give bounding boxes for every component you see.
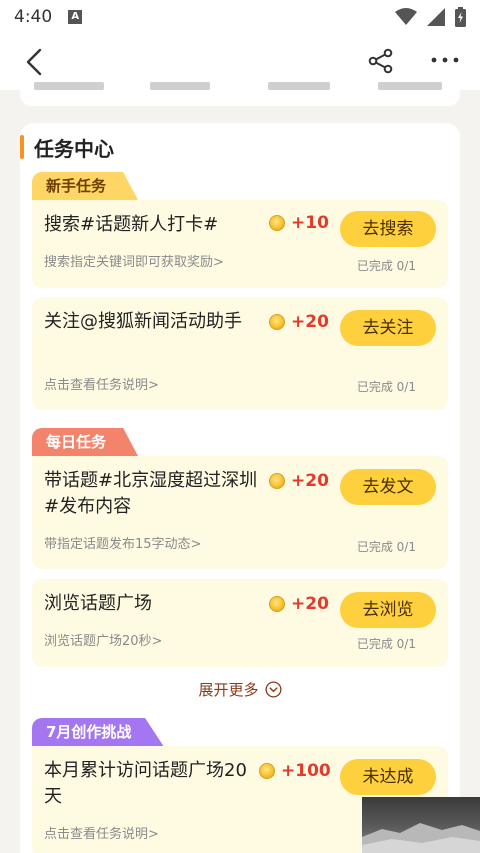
previous-card-edge bbox=[20, 82, 460, 106]
section-tag-daily: 每日任务 bbox=[32, 428, 139, 456]
reward: +20 bbox=[269, 471, 329, 491]
battery-icon bbox=[455, 7, 466, 27]
corner-thumbnail bbox=[362, 797, 480, 853]
coin-icon bbox=[269, 596, 285, 612]
signal-icon bbox=[427, 8, 445, 26]
task-card: 带话题#北京湿度超过深圳#发布内容 带指定话题发布15字动态> +20 去发文 … bbox=[32, 456, 448, 569]
task-title: 浏览话题广场 bbox=[44, 593, 152, 614]
section-tag-newbie: 新手任务 bbox=[32, 172, 139, 200]
task-progress: 已完成 0/1 bbox=[356, 637, 416, 651]
status-bar: 4:40 A bbox=[0, 0, 480, 34]
task-progress: 已完成 0/1 bbox=[356, 380, 416, 394]
task-card: 浏览话题广场 浏览话题广场20秒> +20 去浏览 已完成 0/1 bbox=[32, 579, 448, 667]
expand-more-label: 展开更多 bbox=[198, 681, 259, 699]
share-icon[interactable] bbox=[368, 48, 394, 74]
reward-amount: +20 bbox=[291, 471, 329, 491]
clipped-text bbox=[378, 82, 442, 90]
back-icon[interactable] bbox=[22, 46, 50, 78]
task-description-link[interactable]: 点击查看任务说明> bbox=[44, 823, 159, 842]
task-description-link[interactable]: 带指定话题发布15字动态> bbox=[44, 533, 201, 552]
reward: +100 bbox=[259, 761, 331, 781]
coin-icon bbox=[269, 473, 285, 489]
task-title: 关注@搜狐新闻活动助手 bbox=[44, 311, 242, 332]
task-progress: 已完成 0/1 bbox=[356, 540, 416, 554]
more-icon[interactable] bbox=[430, 52, 460, 68]
search-task-button[interactable]: 去搜索 bbox=[340, 211, 436, 247]
browse-task-button[interactable]: 去浏览 bbox=[340, 592, 436, 628]
task-description-link[interactable]: 点击查看任务说明> bbox=[44, 374, 159, 393]
reward-amount: +20 bbox=[291, 594, 329, 614]
task-card: 关注@搜狐新闻活动助手 点击查看任务说明> +20 去关注 已完成 0/1 bbox=[32, 297, 448, 410]
expand-more-button[interactable]: 展开更多 bbox=[20, 679, 460, 700]
landscape-thumbnail-graphic bbox=[362, 823, 480, 853]
post-task-button[interactable]: 去发文 bbox=[340, 469, 436, 505]
not-achieved-button[interactable]: 未达成 bbox=[340, 759, 436, 795]
reward-amount: +20 bbox=[291, 312, 329, 332]
notification-a-icon: A bbox=[68, 10, 83, 24]
task-card: 搜索#话题新人打卡# 搜索指定关键词即可获取奖励> +10 去搜索 已完成 0/… bbox=[32, 200, 448, 288]
status-icons bbox=[395, 7, 466, 27]
reward-amount: +100 bbox=[281, 761, 331, 781]
coin-icon bbox=[269, 314, 285, 330]
status-time: 4:40 bbox=[14, 7, 53, 27]
wifi-icon bbox=[395, 8, 417, 25]
section-tag-july-challenge: 7月创作挑战 bbox=[32, 718, 164, 746]
task-description-link[interactable]: 搜索指定关键词即可获取奖励> bbox=[44, 251, 224, 270]
clipped-text bbox=[34, 82, 104, 90]
reward-amount: +10 bbox=[291, 213, 329, 233]
title-accent-bar bbox=[20, 135, 24, 159]
task-description-link[interactable]: 浏览话题广场20秒> bbox=[44, 630, 162, 649]
task-progress: 已完成 0/1 bbox=[356, 259, 416, 273]
coin-icon bbox=[269, 215, 285, 231]
coin-icon bbox=[259, 763, 275, 779]
clipped-text bbox=[268, 82, 330, 90]
follow-task-button[interactable]: 去关注 bbox=[340, 310, 436, 346]
reward: +10 bbox=[269, 213, 329, 233]
clipped-text bbox=[150, 82, 210, 90]
task-center-card: 任务中心 新手任务 搜索#话题新人打卡# 搜索指定关键词即可获取奖励> +10 … bbox=[20, 123, 460, 853]
reward: +20 bbox=[269, 594, 329, 614]
task-title: 搜索#话题新人打卡# bbox=[44, 214, 219, 235]
task-title: 本月累计访问话题广场20天 bbox=[44, 760, 247, 807]
task-title: 带话题#北京湿度超过深圳#发布内容 bbox=[44, 470, 258, 517]
task-center-title: 任务中心 bbox=[34, 137, 114, 161]
reward: +20 bbox=[269, 312, 329, 332]
chevron-down-circle-icon bbox=[264, 681, 282, 698]
